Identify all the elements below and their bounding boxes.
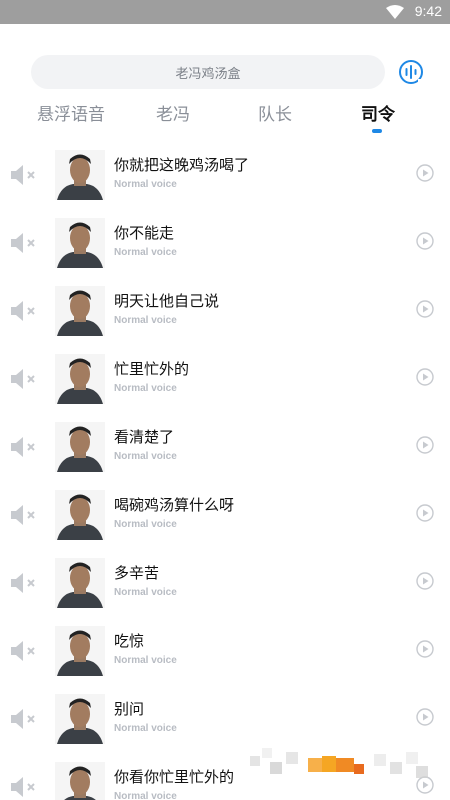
item-title: 你就把这晚鸡汤喝了: [114, 156, 250, 174]
list-item[interactable]: 看清楚了 Normal voice: [0, 412, 450, 480]
avatar: [55, 150, 105, 200]
voice-wave-icon[interactable]: [398, 59, 424, 85]
avatar: [55, 286, 105, 336]
avatar: [55, 218, 105, 268]
item-title: 看清楚了: [114, 428, 175, 446]
item-subtitle: Normal voice: [114, 315, 177, 326]
item-title: 你看你忙里忙外的: [114, 768, 235, 786]
play-circle-icon[interactable]: [416, 572, 434, 590]
play-circle-icon[interactable]: [416, 300, 434, 318]
speaker-muted-icon[interactable]: [10, 708, 40, 730]
avatar: [55, 490, 105, 540]
tab-floating-voice[interactable]: 悬浮语音: [21, 100, 121, 130]
play-circle-icon[interactable]: [416, 436, 434, 454]
status-time: 9:42: [414, 3, 442, 19]
list-item[interactable]: 吃惊 Normal voice: [0, 616, 450, 684]
search-bar[interactable]: 老冯鸡汤盒: [31, 55, 385, 89]
play-circle-icon[interactable]: [416, 640, 434, 658]
speaker-muted-icon[interactable]: [10, 436, 40, 458]
watermark-mosaic: [250, 748, 428, 778]
speaker-muted-icon[interactable]: [10, 572, 40, 594]
speaker-muted-icon[interactable]: [10, 504, 40, 526]
item-subtitle: Normal voice: [114, 519, 177, 530]
search-placeholder: 老冯鸡汤盒: [175, 66, 241, 82]
speaker-muted-icon[interactable]: [10, 776, 40, 798]
item-title: 喝碗鸡汤算什么呀: [114, 496, 235, 514]
avatar: [55, 422, 105, 472]
item-subtitle: Normal voice: [114, 655, 177, 666]
item-title: 明天让他自己说: [114, 292, 220, 310]
play-circle-icon[interactable]: [416, 708, 434, 726]
avatar: [55, 762, 105, 800]
item-subtitle: Normal voice: [114, 179, 177, 190]
list-item[interactable]: 明天让他自己说 Normal voice: [0, 276, 450, 344]
play-circle-icon[interactable]: [416, 232, 434, 250]
item-title: 别问: [114, 700, 145, 718]
list-item[interactable]: 忙里忙外的 Normal voice: [0, 344, 450, 412]
play-circle-icon[interactable]: [416, 164, 434, 182]
avatar: [55, 558, 105, 608]
speaker-muted-icon[interactable]: [10, 232, 40, 254]
speaker-muted-icon[interactable]: [10, 640, 40, 662]
speaker-muted-icon[interactable]: [10, 164, 40, 186]
tab-bar: 悬浮语音 老冯 队长 司令: [0, 100, 450, 136]
tab-captain[interactable]: 队长: [225, 100, 325, 130]
list-item[interactable]: 喝碗鸡汤算什么呀 Normal voice: [0, 480, 450, 548]
item-subtitle: Normal voice: [114, 247, 177, 258]
tab-commander[interactable]: 司令: [328, 100, 428, 130]
play-circle-icon[interactable]: [416, 368, 434, 386]
speaker-muted-icon[interactable]: [10, 300, 40, 322]
status-bar: 9:42: [0, 0, 450, 24]
item-title: 你不能走: [114, 224, 175, 242]
item-title: 多辛苦: [114, 564, 160, 582]
avatar: [55, 694, 105, 744]
avatar: [55, 354, 105, 404]
item-subtitle: Normal voice: [114, 791, 177, 800]
avatar: [55, 626, 105, 676]
voice-list: 你就把这晚鸡汤喝了 Normal voice 你不能走 Normal voice…: [0, 140, 450, 800]
item-subtitle: Normal voice: [114, 383, 177, 394]
item-subtitle: Normal voice: [114, 723, 177, 734]
item-title: 吃惊: [114, 632, 145, 650]
list-item[interactable]: 你就把这晚鸡汤喝了 Normal voice: [0, 140, 450, 208]
item-subtitle: Normal voice: [114, 451, 177, 462]
tab-laofeng[interactable]: 老冯: [123, 100, 223, 130]
list-item[interactable]: 你不能走 Normal voice: [0, 208, 450, 276]
wifi-icon: [386, 5, 404, 19]
speaker-muted-icon[interactable]: [10, 368, 40, 390]
item-subtitle: Normal voice: [114, 587, 177, 598]
list-item[interactable]: 多辛苦 Normal voice: [0, 548, 450, 616]
tab-indicator: [372, 129, 382, 133]
list-item[interactable]: 别问 Normal voice: [0, 684, 450, 752]
item-title: 忙里忙外的: [114, 360, 190, 378]
play-circle-icon[interactable]: [416, 504, 434, 522]
